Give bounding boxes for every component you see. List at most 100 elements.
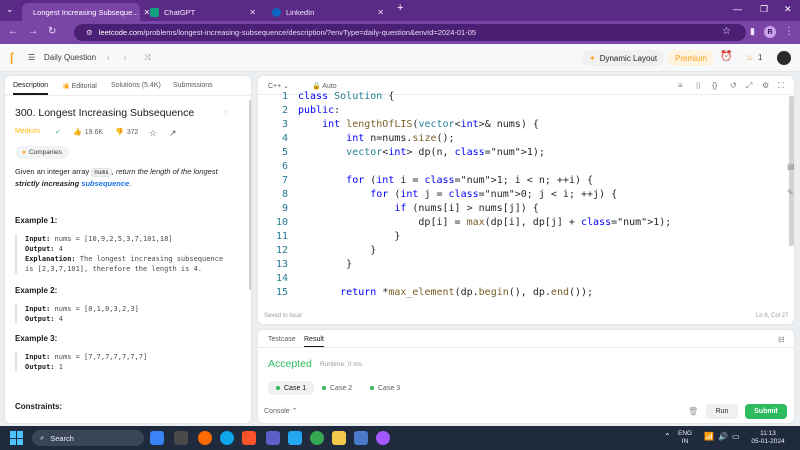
code-line[interactable]: 9 if (nums[i] > nums[j]) { bbox=[258, 202, 794, 216]
browser-tab-chatgpt[interactable]: ChatGPT ✕ bbox=[144, 3, 262, 21]
taskbar-search[interactable]: ⌕ Search bbox=[32, 430, 144, 446]
prev-question-icon[interactable]: ‹ bbox=[107, 53, 110, 62]
site-info-icon[interactable]: ⚙ bbox=[86, 28, 93, 37]
case-2-tab[interactable]: Case 2 bbox=[314, 381, 360, 395]
new-tab-icon[interactable]: + bbox=[397, 2, 403, 14]
code-line[interactable]: 13 } bbox=[258, 258, 794, 272]
url-host: leetcode.com bbox=[98, 28, 144, 37]
example-2-title: Example 2: bbox=[15, 286, 58, 295]
store-icon[interactable] bbox=[354, 431, 368, 445]
case-3-tab[interactable]: Case 3 bbox=[362, 381, 408, 395]
next-question-icon[interactable]: › bbox=[124, 53, 127, 62]
task-view-icon[interactable] bbox=[150, 431, 164, 445]
tray-chevron-icon[interactable]: ⌃ bbox=[664, 433, 671, 441]
code-line[interactable]: 3 int lengthOfLIS(vector<int>& nums) { bbox=[258, 118, 794, 132]
console-toggle[interactable]: Console ⌃ bbox=[264, 407, 298, 415]
chrome-menu-icon[interactable]: ⋮ bbox=[784, 26, 794, 37]
code-line[interactable]: 11 } bbox=[258, 230, 794, 244]
bookmark-star-icon[interactable]: ☆ bbox=[722, 26, 731, 37]
chrome-icon[interactable] bbox=[310, 431, 324, 445]
problem-list-icon[interactable]: ☰ bbox=[28, 53, 35, 62]
clock[interactable]: 11:13 05-01-2024 bbox=[744, 430, 792, 446]
notes-icon[interactable]: ≡ bbox=[678, 81, 683, 90]
sidebar-doc-icon[interactable]: ▤ bbox=[787, 162, 795, 171]
window-close-icon[interactable]: ✕ bbox=[784, 4, 792, 15]
tab-search-icon[interactable]: ⌄ bbox=[6, 4, 14, 15]
back-icon[interactable]: ← bbox=[8, 26, 18, 37]
tab-editorial[interactable]: ▣ Editorial bbox=[63, 82, 97, 90]
subsequence-link[interactable]: subsequence bbox=[81, 179, 129, 188]
run-button[interactable]: Run bbox=[706, 404, 738, 419]
share-icon[interactable]: ↗ bbox=[169, 128, 177, 139]
firefox-icon[interactable] bbox=[198, 431, 212, 445]
tab-solutions[interactable]: Solutions (5.4K) bbox=[111, 82, 161, 89]
close-icon[interactable]: ✕ bbox=[249, 8, 256, 17]
forward-icon[interactable]: → bbox=[28, 26, 38, 37]
close-icon[interactable]: ✕ bbox=[377, 8, 384, 17]
code-line[interactable]: 5 vector<int> dp(n, class="num">1); bbox=[258, 146, 794, 160]
premium-button[interactable]: Premium bbox=[668, 50, 715, 66]
description-scrollbar[interactable] bbox=[249, 100, 251, 290]
code-line[interactable]: 14 bbox=[258, 272, 794, 286]
volume-icon[interactable]: 🔊 bbox=[718, 433, 728, 441]
shuffle-icon[interactable]: ⤨ bbox=[144, 53, 150, 63]
file-explorer-icon[interactable] bbox=[332, 431, 346, 445]
reset-icon[interactable]: ↺ bbox=[730, 81, 737, 90]
favorite-star-icon[interactable]: ☆ bbox=[149, 128, 157, 139]
code-line[interactable]: 8 for (int j = class="num">0; j < i; ++j… bbox=[258, 188, 794, 202]
leetcode-logo-icon[interactable]: ⌈ bbox=[10, 51, 15, 65]
code-line[interactable]: 15 return *max_element(dp.begin(), dp.en… bbox=[258, 286, 794, 300]
tab-testcase[interactable]: Testcase bbox=[268, 336, 296, 343]
dislike-button[interactable]: 👎 372 bbox=[115, 128, 138, 137]
submit-button[interactable]: Submit bbox=[745, 404, 787, 419]
windows-taskbar: ⌕ Search ⌃ ENG IN 📶 🔊 ▭ 11:13 05-01-2024 bbox=[0, 426, 800, 450]
sidebar-edit-icon[interactable]: ✎ bbox=[787, 188, 794, 197]
tab-result[interactable]: Result bbox=[304, 336, 324, 348]
settings-icon[interactable]: ⚙ bbox=[762, 81, 769, 90]
language-select[interactable]: C++ ⌄ bbox=[268, 82, 289, 90]
minimize-icon[interactable]: — bbox=[733, 4, 742, 14]
browser-tab-leetcode[interactable]: Longest Increasing Subseque... ✕ bbox=[22, 3, 150, 21]
tab-submissions[interactable]: Submissions bbox=[173, 82, 213, 89]
code-line[interactable]: 1 class Solution { bbox=[258, 90, 794, 104]
battery-icon[interactable]: ▭ bbox=[732, 433, 740, 441]
code-line[interactable]: 2 public: bbox=[258, 104, 794, 118]
reload-icon[interactable]: ↻ bbox=[48, 26, 56, 37]
brave-icon[interactable] bbox=[242, 431, 256, 445]
companies-tag[interactable]: ● Companies bbox=[15, 146, 69, 159]
widgets-icon[interactable] bbox=[174, 431, 188, 445]
language-indicator[interactable]: ENG IN bbox=[678, 430, 692, 446]
user-avatar[interactable] bbox=[777, 51, 791, 65]
chrome-profile-icon[interactable] bbox=[376, 431, 390, 445]
editor-scrollbar[interactable] bbox=[789, 96, 794, 246]
alarm-clock-icon[interactable]: ⏰ bbox=[720, 51, 732, 62]
windows-start-icon[interactable] bbox=[10, 431, 24, 445]
side-panel-icon[interactable]: ▮ bbox=[750, 26, 755, 37]
output-label: Output: bbox=[25, 363, 55, 371]
edge-icon[interactable] bbox=[220, 431, 234, 445]
dynamic-layout-button[interactable]: ✦ Dynamic Layout bbox=[582, 50, 665, 66]
autocomplete-select[interactable]: 🔒 Auto bbox=[312, 82, 337, 90]
url-field[interactable]: ⚙ leetcode.com/problems/longest-increasi… bbox=[74, 24, 746, 41]
code-line[interactable]: 12 } bbox=[258, 244, 794, 258]
tab-description[interactable]: Description bbox=[13, 82, 49, 95]
code-line[interactable]: 6 bbox=[258, 160, 794, 174]
trash-icon[interactable]: 🗑 bbox=[688, 407, 698, 416]
panel-resize-handle[interactable] bbox=[253, 75, 256, 424]
braces-icon[interactable]: {} bbox=[712, 81, 717, 90]
case-1-tab[interactable]: Case 1 bbox=[268, 381, 315, 395]
teams-icon[interactable] bbox=[266, 431, 280, 445]
code-line[interactable]: 7 for (int i = class="num">1; i < n; ++i… bbox=[258, 174, 794, 188]
collapse-panel-icon[interactable]: ⊟ bbox=[778, 335, 785, 344]
daily-question-link[interactable]: Daily Question bbox=[44, 53, 96, 62]
code-line[interactable]: 4 int n=nums.size(); bbox=[258, 132, 794, 146]
browser-tab-linkedin[interactable]: LinkedIn ✕ bbox=[266, 3, 390, 21]
code-line[interactable]: 10 dp[i] = max(dp[i], dp[j] + class="num… bbox=[258, 216, 794, 230]
streak-flame-icon[interactable]: ♨ bbox=[746, 53, 753, 62]
vscode-icon[interactable] bbox=[288, 431, 302, 445]
wifi-icon[interactable]: 📶 bbox=[704, 433, 714, 441]
like-button[interactable]: 👍 19.6K bbox=[73, 128, 103, 137]
avatar[interactable]: R bbox=[764, 26, 776, 38]
restore-icon[interactable]: ❐ bbox=[760, 4, 768, 15]
explanation-value-2: is [2,3,7,101], therefore the length is … bbox=[25, 265, 203, 273]
